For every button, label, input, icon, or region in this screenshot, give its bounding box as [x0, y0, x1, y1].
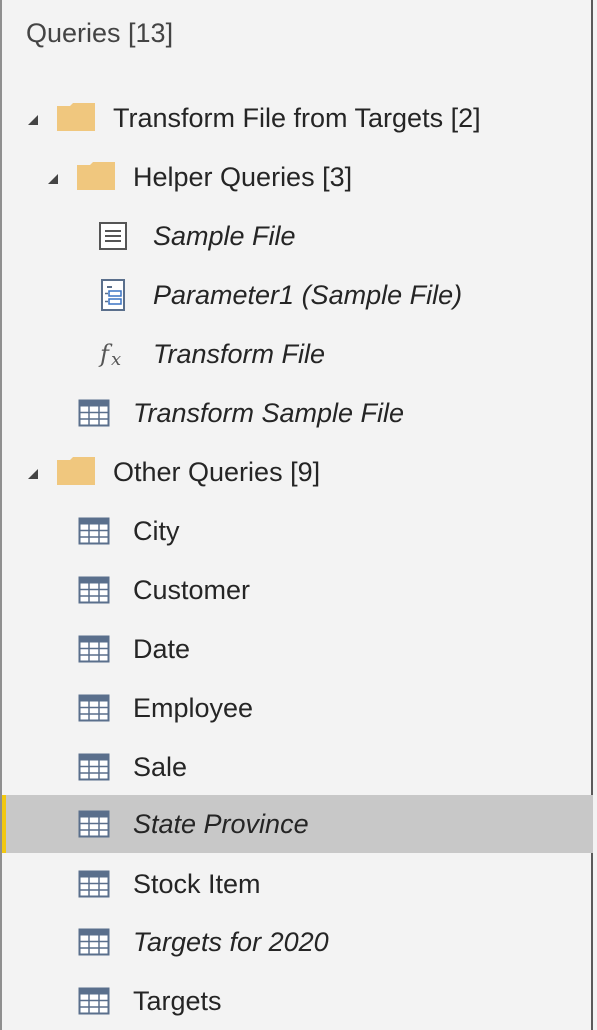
query-label: Sale	[133, 752, 188, 782]
query-label: Date	[133, 634, 191, 664]
group-helper-queries[interactable]: Helper Queries [3]	[2, 148, 593, 206]
table-icon	[78, 928, 110, 956]
query-label: Transform File	[153, 339, 326, 369]
query-sample-file[interactable]: Sample File	[2, 207, 593, 265]
query-label: Targets	[133, 986, 222, 1016]
query-label: State Province	[133, 809, 309, 839]
function-icon: f x	[98, 340, 121, 370]
query-label: Targets for 2020	[133, 927, 329, 957]
query-targets-for-2020[interactable]: Targets for 2020	[2, 913, 593, 971]
query-customer[interactable]: Customer	[2, 561, 593, 619]
table-icon	[78, 694, 110, 722]
query-label: Stock Item	[133, 869, 261, 899]
query-transform-file[interactable]: f x Transform File	[2, 325, 593, 383]
query-label: Parameter1 (Sample File)	[153, 280, 463, 310]
query-city[interactable]: City	[2, 502, 593, 560]
query-stock-item[interactable]: Stock Item	[2, 855, 593, 913]
query-label: Customer	[133, 575, 251, 605]
caret-expanded-icon[interactable]	[26, 113, 40, 127]
query-sale[interactable]: Sale	[2, 738, 593, 796]
table-icon	[78, 399, 110, 427]
query-targets[interactable]: Targets	[2, 972, 593, 1030]
svg-text:x: x	[111, 349, 121, 370]
folder-icon	[57, 103, 95, 131]
query-label: City	[133, 516, 180, 546]
group-label: Helper Queries [3]	[133, 162, 353, 192]
queries-pane: Queries [13] Transform File from Targets…	[0, 0, 593, 1030]
table-icon	[78, 810, 110, 838]
caret-expanded-icon[interactable]	[46, 172, 60, 186]
group-transform-file-from-targets[interactable]: Transform File from Targets [2]	[2, 89, 593, 147]
table-icon	[78, 987, 110, 1015]
table-icon	[78, 517, 110, 545]
folder-icon	[57, 457, 95, 485]
group-label: Transform File from Targets [2]	[113, 103, 481, 133]
group-other-queries[interactable]: Other Queries [9]	[2, 443, 593, 501]
query-date[interactable]: Date	[2, 620, 593, 678]
group-label: Other Queries [9]	[113, 457, 321, 487]
table-icon	[78, 576, 110, 604]
queries-pane-title: Queries [13]	[26, 18, 174, 48]
table-icon	[78, 870, 110, 898]
query-label: Transform Sample File	[133, 398, 405, 428]
caret-expanded-icon[interactable]	[26, 467, 40, 481]
document-icon	[99, 222, 127, 250]
table-icon	[78, 753, 110, 781]
query-label: Employee	[133, 693, 254, 723]
table-icon	[78, 635, 110, 663]
query-parameter1[interactable]: Parameter1 (Sample File)	[2, 266, 593, 324]
parameter-icon	[101, 279, 125, 311]
query-employee[interactable]: Employee	[2, 679, 593, 737]
query-label: Sample File	[153, 221, 296, 251]
query-state-province[interactable]: State Province	[2, 795, 593, 853]
folder-icon	[77, 162, 115, 190]
query-transform-sample-file[interactable]: Transform Sample File	[2, 384, 593, 442]
